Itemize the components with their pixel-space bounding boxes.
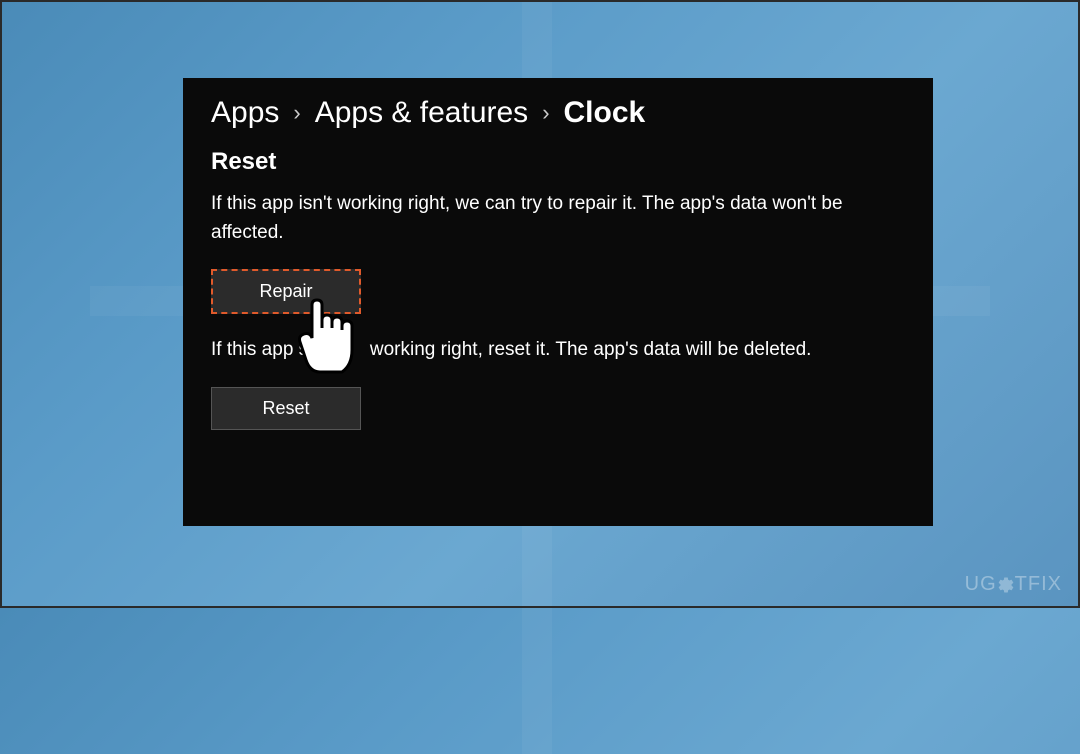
repair-button[interactable]: Repair [211, 269, 361, 314]
settings-panel: Apps › Apps & features › Clock Reset If … [183, 78, 933, 526]
breadcrumb-apps-features[interactable]: Apps & features [315, 96, 528, 130]
breadcrumb-apps[interactable]: Apps [211, 96, 279, 130]
breadcrumb-clock: Clock [564, 96, 646, 130]
breadcrumb: Apps › Apps & features › Clock [211, 96, 905, 130]
chevron-right-icon: › [293, 100, 300, 126]
repair-description: If this app isn't working right, we can … [211, 190, 905, 247]
chevron-right-icon: › [542, 100, 549, 126]
watermark: UG TFIX [965, 573, 1062, 596]
gear-icon [997, 573, 1015, 596]
section-title-reset: Reset [211, 148, 905, 176]
reset-button[interactable]: Reset [211, 387, 361, 430]
reset-description: If this app still isn't working right, r… [211, 336, 905, 365]
